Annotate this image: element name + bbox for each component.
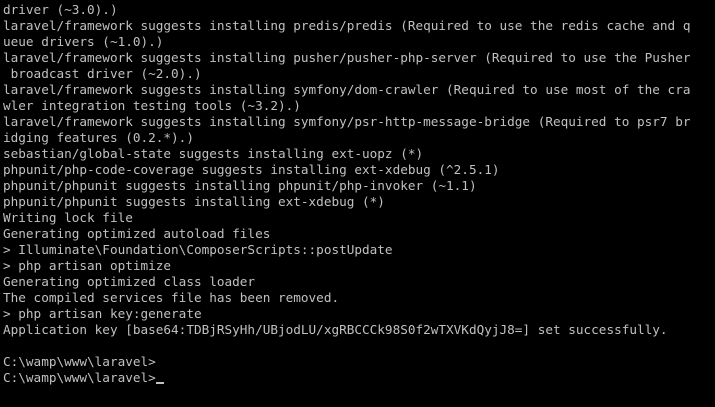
output-line: broadcast driver (~2.0).) bbox=[3, 66, 202, 81]
output-line: ueue drivers (~1.0).) bbox=[3, 34, 164, 49]
output-line: > Illuminate\Foundation\ComposerScripts:… bbox=[3, 242, 393, 257]
output-line: Writing lock file bbox=[3, 210, 133, 225]
output-line: laravel/framework suggests installing pr… bbox=[3, 18, 691, 33]
terminal-console[interactable]: driver (~3.0).) laravel/framework sugges… bbox=[0, 0, 715, 407]
prompt-text: C:\wamp\www\laravel> bbox=[3, 370, 156, 385]
command-prompt[interactable]: C:\wamp\www\laravel> bbox=[3, 370, 715, 386]
output-line: C:\wamp\www\laravel> bbox=[3, 354, 156, 369]
text-cursor bbox=[155, 382, 164, 384]
output-line: wler integration testing tools (~3.2).) bbox=[3, 98, 301, 113]
output-line: > php artisan key:generate bbox=[3, 306, 202, 321]
output-line: laravel/framework suggests installing sy… bbox=[3, 82, 691, 97]
output-line: > php artisan optimize bbox=[3, 258, 172, 273]
output-line: Application key [base64:TDBjRSyHh/UBjodL… bbox=[3, 322, 668, 337]
output-line: Generating optimized autoload files bbox=[3, 226, 271, 241]
output-line: sebastian/global-state suggests installi… bbox=[3, 146, 424, 161]
output-line: laravel/framework suggests installing sy… bbox=[3, 114, 691, 129]
output-line: phpunit/phpunit suggests installing ext-… bbox=[3, 194, 385, 209]
output-line: phpunit/phpunit suggests installing phpu… bbox=[3, 178, 477, 193]
output-line: phpunit/php-code-coverage suggests insta… bbox=[3, 162, 500, 177]
output-line: laravel/framework suggests installing pu… bbox=[3, 50, 691, 65]
output-line: The compiled services file has been remo… bbox=[3, 290, 340, 305]
output-line: driver (~3.0).) bbox=[3, 2, 118, 17]
output-line: Generating optimized class loader bbox=[3, 274, 256, 289]
output-line: idging features (0.2.*).) bbox=[3, 130, 194, 145]
